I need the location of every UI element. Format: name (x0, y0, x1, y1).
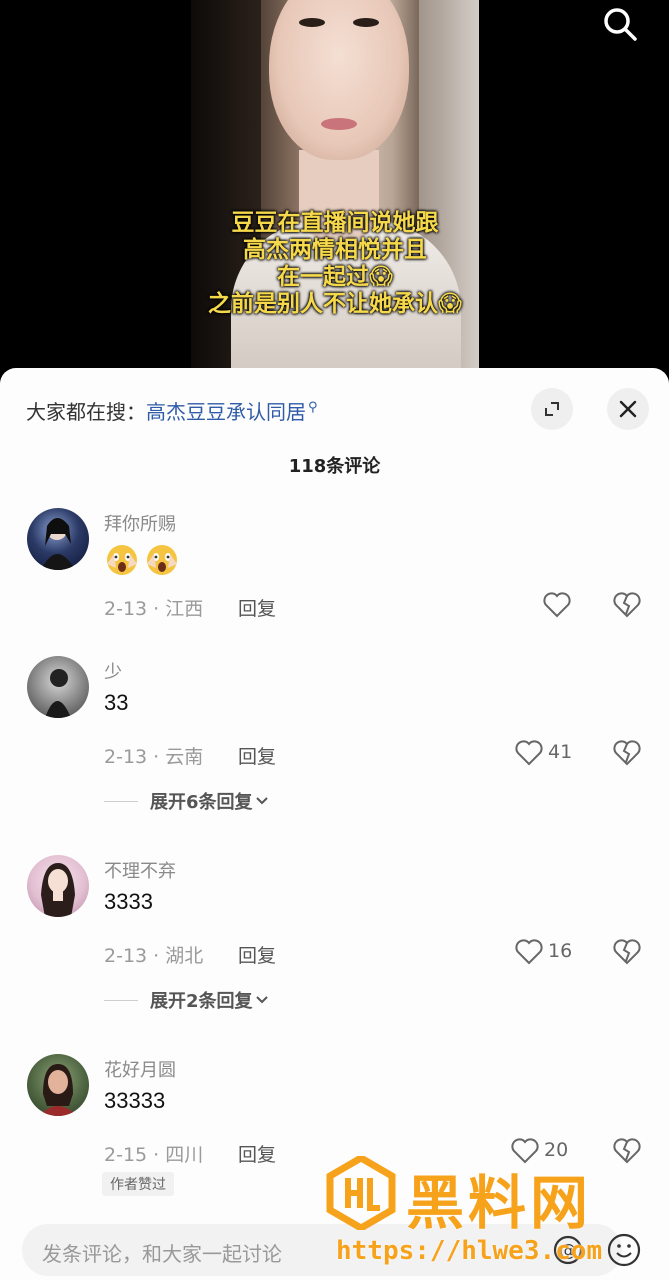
comment-username[interactable]: 花好月圆 (104, 1056, 176, 1082)
video-player[interactable]: 豆豆在直播间说她跟 高杰两情相悦并且 在一起过😱 之前是别人不让她承认😱 (0, 0, 669, 380)
avatar[interactable] (27, 508, 89, 570)
dislike-button[interactable] (612, 738, 642, 770)
search-small-icon: ⚲ (308, 400, 318, 416)
comment-username[interactable]: 少 (104, 658, 122, 684)
reply-button[interactable]: 回复 (238, 742, 276, 769)
like-count: 16 (548, 940, 573, 962)
trending-keyword-link[interactable]: 高杰豆豆承认同居 (146, 400, 306, 424)
caption-line: 在一起过😱 (277, 264, 393, 290)
at-mention-icon[interactable]: @ (552, 1234, 584, 1270)
divider (104, 800, 138, 802)
avatar[interactable] (27, 1054, 89, 1116)
trending-prefix: 大家都在搜： (26, 400, 146, 424)
comment-meta: 2-13 · 湖北 (104, 945, 204, 967)
comment-text: 3333 (104, 889, 153, 914)
like-button[interactable]: 41 (514, 738, 572, 766)
broken-heart-icon (613, 939, 641, 965)
comment-input-placeholder: 发条评论，和大家一起讨论 (42, 1242, 282, 1266)
expand-icon (545, 402, 559, 416)
heart-icon (543, 592, 571, 618)
video-eye-left (299, 18, 325, 27)
dislike-button[interactable] (612, 1136, 642, 1168)
video-frame[interactable]: 豆豆在直播间说她跟 高杰两情相悦并且 在一起过😱 之前是别人不让她承认😱 (191, 0, 479, 380)
expand-replies-label: 展开2条回复 (150, 991, 253, 1012)
heart-icon (515, 939, 543, 965)
comment-text: 33 (104, 690, 129, 715)
like-count: 20 (544, 1139, 569, 1161)
shocked-face-icon (147, 545, 177, 575)
like-button[interactable]: 20 (510, 1136, 568, 1164)
comment-input[interactable]: 发条评论，和大家一起讨论 @ (22, 1224, 622, 1276)
expand-replies-button[interactable]: 展开6条回复 (104, 788, 271, 814)
broken-heart-icon (613, 592, 641, 618)
caption-line: 豆豆在直播间说她跟 (231, 210, 439, 236)
svg-text:@: @ (560, 1241, 577, 1261)
reply-button[interactable]: 回复 (238, 941, 276, 968)
close-button[interactable] (607, 388, 649, 430)
broken-heart-icon (613, 740, 641, 766)
reply-button[interactable]: 回复 (238, 1140, 276, 1167)
caption-line: 高杰两情相悦并且 (243, 237, 427, 263)
divider (104, 999, 138, 1001)
expand-fullscreen-button[interactable] (531, 388, 573, 430)
like-count: 41 (548, 741, 573, 763)
avatar[interactable] (27, 855, 89, 917)
video-lips (321, 118, 357, 130)
comment-meta: 2-13 · 江西 (104, 598, 204, 620)
expand-replies-button[interactable]: 展开2条回复 (104, 987, 271, 1013)
heart-icon (515, 740, 543, 766)
broken-heart-icon (613, 1138, 641, 1164)
chevron-down-icon (255, 797, 268, 805)
video-caption: 豆豆在直播间说她跟 高杰两情相悦并且 在一起过😱 之前是别人不让她承认😱 (191, 210, 479, 318)
comment-meta: 2-15 · 四川 (104, 1144, 204, 1166)
chevron-down-icon (255, 996, 268, 1004)
reply-button[interactable]: 回复 (238, 594, 276, 621)
author-liked-badge: 作者赞过 (102, 1172, 174, 1196)
video-face (269, 0, 409, 160)
comment-username[interactable]: 拜你所赐 (104, 510, 176, 536)
close-icon (619, 400, 637, 418)
search-icon[interactable] (600, 4, 640, 44)
comment-meta: 2-13 · 云南 (104, 746, 204, 768)
avatar[interactable] (27, 656, 89, 718)
comment-username[interactable]: 不理不弃 (104, 857, 176, 883)
emoji-picker-icon[interactable] (606, 1232, 642, 1272)
comment-count-title: 118条评论 (288, 456, 381, 477)
dislike-button[interactable] (612, 590, 642, 622)
expand-replies-label: 展开6条回复 (150, 792, 253, 813)
like-button[interactable] (542, 590, 572, 618)
dislike-button[interactable] (612, 937, 642, 969)
like-button[interactable]: 16 (514, 937, 572, 965)
trending-search[interactable]: 大家都在搜：高杰豆豆承认同居 ⚲ (26, 396, 318, 425)
shocked-face-icon (107, 545, 137, 575)
heart-icon (511, 1138, 539, 1164)
comment-emoji-row (104, 542, 180, 578)
caption-line: 之前是别人不让她承认😱 (208, 291, 462, 317)
video-eye-right (353, 18, 379, 27)
comment-sheet: 大家都在搜：高杰豆豆承认同居 ⚲ 118条评论 拜你所赐 2-13 · 江西 回复 (0, 368, 669, 1280)
comment-text: 33333 (104, 1088, 166, 1113)
